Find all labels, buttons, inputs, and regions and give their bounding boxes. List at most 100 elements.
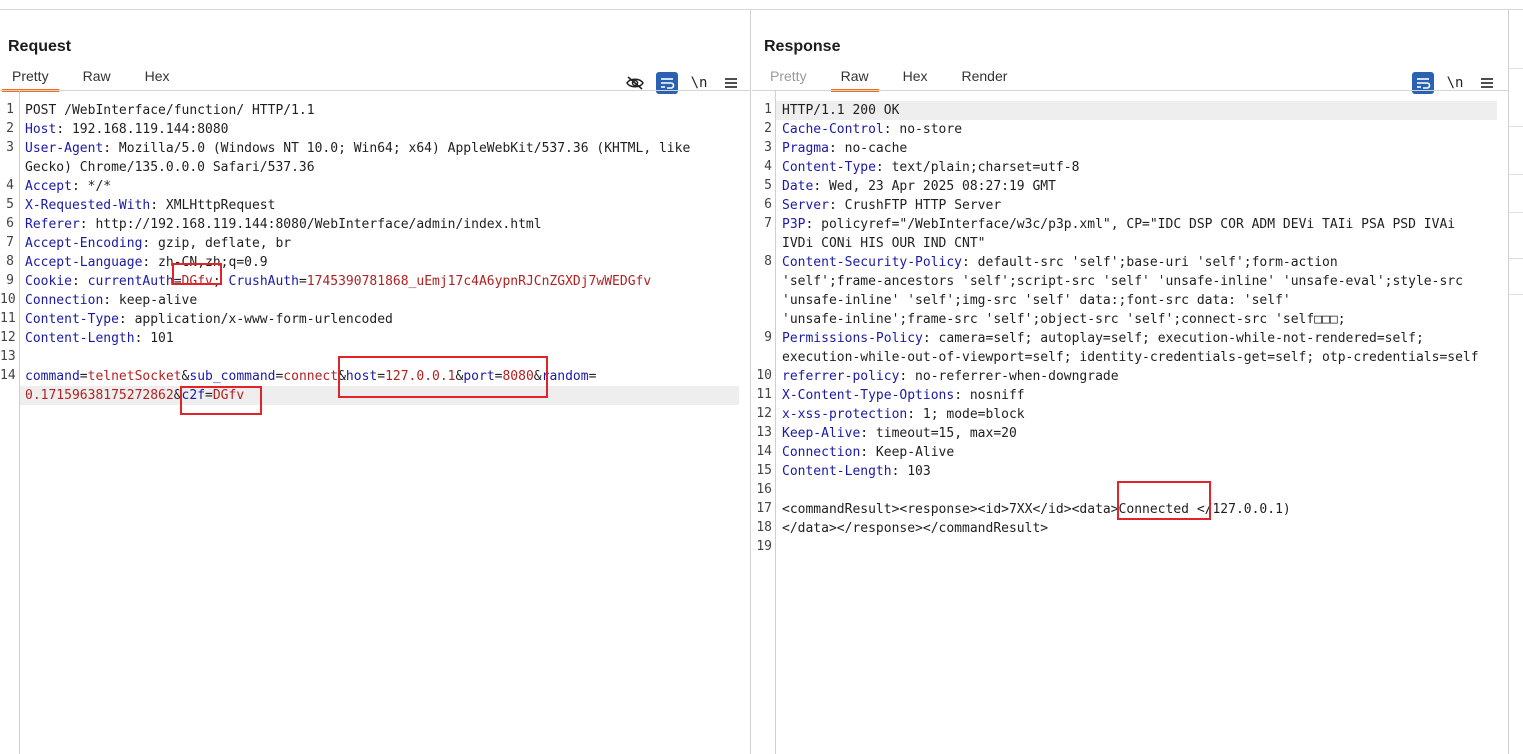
line-number: 9 [6, 273, 14, 288]
annotation-box-host-port [338, 356, 548, 398]
code-token: 0.17159638175272862 [25, 388, 174, 403]
response-editor[interactable]: 1 HTTP/1.1 200 OK 2 Cache-Control: no-store… [752, 91, 1508, 754]
code-token: : [71, 274, 88, 289]
code-line: Host: 192.168.119.144:8080 [25, 120, 229, 139]
code-line: Cookie: currentAuth=DGfv; CrushAuth=1745… [25, 272, 651, 291]
request-editor[interactable]: 1 POST /WebInterface/function/ HTTP/1.1 2 H… [0, 91, 750, 754]
code-token: : Keep-Alive [860, 445, 955, 460]
code-token: : http://192.168.119.144:8080/WebInterfa… [79, 217, 542, 232]
tab-hex[interactable]: Hex [893, 64, 938, 90]
code-token: : camera=self; autoplay=self; execution-… [922, 331, 1424, 346]
code-token: : XMLHttpRequest [150, 198, 276, 213]
code-token: : application/x-www-form-urlencoded [118, 312, 393, 327]
code-token: : Mozilla/5.0 (Windows NT 10.0; Win64; x… [103, 141, 691, 156]
code-line: Content-Length: 101 [25, 329, 174, 348]
line-number: 15 [756, 463, 772, 478]
line-number: 8 [6, 254, 14, 269]
line-number: 12 [756, 406, 772, 421]
tab-raw[interactable]: Raw [73, 64, 121, 90]
line-number: 2 [764, 121, 772, 136]
edge-mark [1509, 258, 1523, 259]
code-token: : text/plain;charset=utf-8 [875, 160, 1080, 175]
line-number: 12 [0, 330, 16, 345]
code-line: Permissions-Policy: camera=self; autopla… [782, 329, 1424, 348]
line-number: 5 [764, 178, 772, 193]
edge-mark [1509, 126, 1523, 127]
annotation-box-connected [1117, 481, 1211, 520]
code-token: X-Content-Type-Options [782, 388, 955, 403]
code-line: User-Agent: Mozilla/5.0 (Windows NT 10.0… [25, 139, 690, 158]
edge-mark [1509, 294, 1523, 295]
line-number: 10 [756, 368, 772, 383]
code-token: IVDi CONi HIS OUR IND CNT" [782, 236, 986, 251]
code-token: 'self';frame-ancestors 'self';script-src… [782, 274, 1463, 289]
code-token: Connection [782, 445, 861, 460]
code-line: Connection: keep-alive [25, 291, 197, 310]
code-token: random [541, 369, 589, 384]
line-number: 13 [756, 425, 772, 440]
code-token: Server [782, 198, 829, 213]
line-number: 19 [756, 539, 772, 554]
code-line: Accept: */* [25, 177, 111, 196]
code-token: CrushAuth [228, 274, 299, 289]
code-token: Accept-Language [25, 255, 143, 270]
code-token: 'unsafe-inline';frame-src 'self';object-… [782, 312, 1346, 327]
code-line: 'unsafe-inline' 'self';img-src 'self' da… [782, 291, 1291, 310]
code-line: </data></response></commandResult> [782, 519, 1048, 538]
code-token: x-xss-protection [782, 407, 908, 422]
line-number: 7 [764, 216, 772, 231]
code-line: 'self';frame-ancestors 'self';script-src… [782, 272, 1463, 291]
tab-pretty[interactable]: Pretty [2, 64, 59, 92]
code-token: X-Requested-With [25, 198, 151, 213]
response-pane: Response Pretty Raw Hex Render \n 1 HTTP/… [752, 10, 1509, 754]
line-number: 18 [756, 520, 772, 535]
code-token: sub_command [189, 369, 276, 384]
code-line: Server: CrushFTP HTTP Server [782, 196, 1001, 215]
code-line: Accept-Encoding: gzip, deflate, br [25, 234, 291, 253]
tab-pretty[interactable]: Pretty [760, 64, 817, 90]
code-token: : policyref="/WebInterface/w3c/p3p.xml",… [805, 217, 1456, 232]
line-number: 3 [764, 140, 772, 155]
code-token: HTTP/1.1 200 OK [782, 103, 900, 118]
code-line: Accept-Language: zh-CN,zh;q=0.9 [25, 253, 268, 272]
line-number: 10 [0, 292, 16, 307]
tab-render[interactable]: Render [952, 64, 1018, 90]
response-tabs: Pretty Raw Hex Render [760, 64, 1031, 92]
code-token: : 101 [134, 331, 174, 346]
line-number: 3 [6, 140, 14, 155]
code-line: Gecko) Chrome/135.0.0.0 Safari/537.36 [25, 158, 315, 177]
code-line: Referer: http://192.168.119.144:8080/Web… [25, 215, 542, 234]
code-token: referrer-policy [782, 369, 900, 384]
response-title: Response [764, 38, 841, 55]
code-token: command [25, 369, 80, 384]
line-number: 4 [6, 178, 14, 193]
code-token: Content-Length [25, 331, 135, 346]
code-token: : no-referrer-when-downgrade [899, 369, 1119, 384]
code-token: </data></response></commandResult> [782, 521, 1049, 536]
code-token: Cookie [25, 274, 72, 289]
code-line: X-Requested-With: XMLHttpRequest [25, 196, 275, 215]
tab-hex[interactable]: Hex [135, 64, 180, 90]
line-number: 13 [0, 349, 16, 364]
line-number: 17 [756, 501, 772, 516]
code-token: Accept-Encoding [25, 236, 143, 251]
code-line: Content-Type: application/x-www-form-url… [25, 310, 393, 329]
code-token: = [298, 274, 307, 289]
code-line: IVDi CONi HIS OUR IND CNT" [782, 234, 986, 253]
line-number: 7 [6, 235, 14, 250]
code-token: Gecko) Chrome/135.0.0.0 Safari/537.36 [25, 160, 315, 175]
code-token: Referer [25, 217, 80, 232]
code-token: <commandResult><response><id>7XX</id><da… [782, 502, 1291, 517]
code-token: : default-src 'self';base-uri 'self';for… [962, 255, 1338, 270]
request-pane: Request Pretty Raw Hex \n 1 POST /WebInte… [0, 10, 751, 754]
line-number: 1 [6, 102, 14, 117]
tab-raw[interactable]: Raw [830, 64, 879, 92]
code-token: = [588, 369, 597, 384]
code-token: currentAuth [87, 274, 174, 289]
code-token: : nosniff [954, 388, 1025, 403]
code-line: HTTP/1.1 200 OK [782, 101, 899, 120]
line-number: 14 [756, 444, 772, 459]
code-token: Cache-Control [782, 122, 884, 137]
request-tabs: Pretty Raw Hex [2, 64, 194, 92]
line-number: 1 [764, 102, 772, 117]
